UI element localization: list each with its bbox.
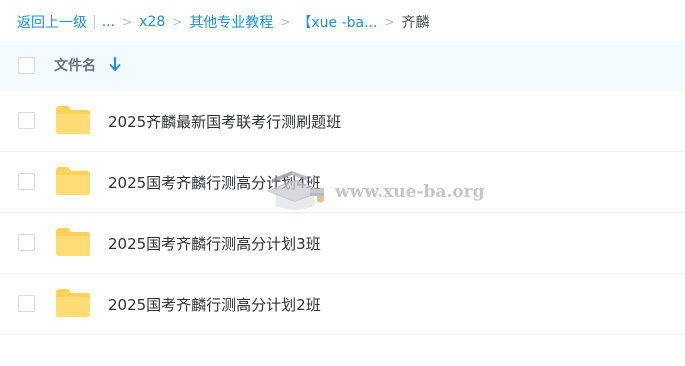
- file-name[interactable]: 2025国考齐麟行测高分计划3班: [108, 233, 321, 254]
- breadcrumb-separator: >: [280, 15, 291, 29]
- column-header-filename[interactable]: 文件名: [54, 55, 96, 75]
- list-item[interactable]: 2025国考齐麟行测高分计划3班: [0, 213, 685, 274]
- row-checkbox[interactable]: [18, 173, 35, 190]
- arrow-down-icon[interactable]: [108, 56, 122, 74]
- breadcrumb: 返回上一级 | ... > x28 > 其他专业教程 > 【xue -ba...…: [17, 11, 430, 33]
- watermark-text: www.xue-ba.org: [335, 182, 485, 202]
- breadcrumb-current: 齐麟: [401, 15, 430, 31]
- back-link[interactable]: 返回上一级: [17, 12, 87, 32]
- file-name[interactable]: 2025齐麟最新国考联考行测刷题班: [108, 111, 341, 132]
- breadcrumb-item-other-tutorials[interactable]: 其他专业教程: [189, 12, 273, 32]
- watermark: www.xue-ba.org: [262, 165, 492, 217]
- breadcrumb-divider: |: [92, 14, 97, 30]
- folder-icon: [56, 289, 90, 317]
- list-item[interactable]: 2025齐麟最新国考联考行测刷题班: [0, 91, 685, 152]
- breadcrumb-separator: >: [172, 15, 183, 29]
- breadcrumb-item-x28[interactable]: x28: [139, 14, 165, 30]
- breadcrumb-separator: >: [122, 15, 133, 29]
- row-checkbox[interactable]: [18, 295, 35, 312]
- folder-icon: [56, 167, 90, 195]
- breadcrumb-item-xue-ba[interactable]: 【xue -ba...: [297, 12, 377, 32]
- row-checkbox[interactable]: [18, 112, 35, 129]
- select-all-checkbox[interactable]: [18, 57, 35, 74]
- file-name[interactable]: 2025国考齐麟行测高分计划2班: [108, 294, 321, 315]
- folder-icon: [56, 106, 90, 134]
- breadcrumb-ellipsis[interactable]: ...: [102, 14, 115, 30]
- breadcrumb-separator: >: [384, 15, 395, 29]
- file-browser: 返回上一级 | ... > x28 > 其他专业教程 > 【xue -ba...…: [0, 0, 685, 366]
- list-header: 文件名: [0, 41, 685, 91]
- folder-icon: [56, 228, 90, 256]
- row-checkbox[interactable]: [18, 234, 35, 251]
- list-item[interactable]: 2025国考齐麟行测高分计划2班: [0, 274, 685, 335]
- graduation-cap-logo: [266, 171, 324, 210]
